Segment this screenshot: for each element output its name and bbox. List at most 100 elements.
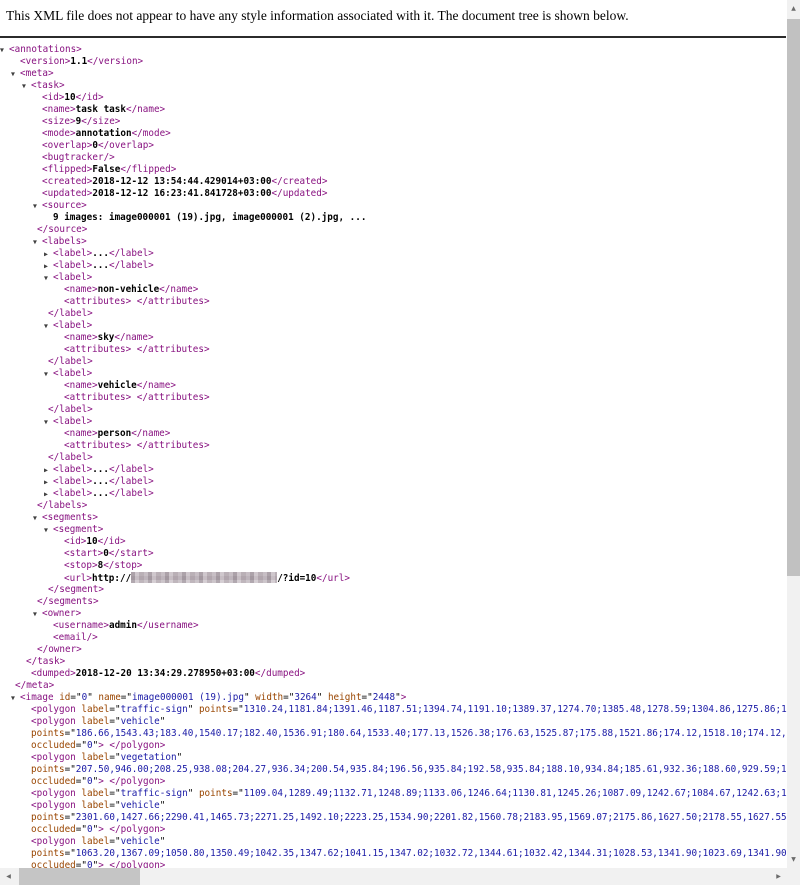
expand-node-arrow-icon[interactable]: ▶	[44, 260, 53, 272]
xml-line: ▼<label>	[0, 272, 787, 284]
xml-line: </labels>	[0, 500, 787, 512]
scroll-up-icon: ▲	[791, 5, 796, 12]
xml-attribute-value: image000001 (19).jpg	[132, 692, 244, 703]
xml-tag: <name>	[64, 332, 98, 343]
expand-node-arrow-icon[interactable]: ▶	[44, 248, 53, 260]
xml-text-node: 2018-12-20 13:34:29.278950+03:00	[76, 668, 255, 679]
xml-attribute-value: 1310.24,1181.84;1391.46,1187.51;1394.74,…	[244, 704, 787, 715]
xml-attribute-name: label	[81, 836, 109, 847]
xml-tag: </attributes>	[137, 440, 210, 451]
xml-tag: </label>	[109, 488, 154, 499]
expand-node-arrow-icon[interactable]: ▶	[44, 476, 53, 488]
vertical-scrollbar-thumb[interactable]	[787, 18, 800, 577]
xml-attribute-name: points	[31, 848, 65, 859]
xml-tag: </id>	[76, 92, 104, 103]
xml-line: <attributes> </attributes>	[0, 296, 787, 308]
xml-line: <polygon label="vehicle"	[0, 716, 787, 728]
xml-line: ▼<label>	[0, 368, 787, 380]
xml-punctuation: "	[188, 788, 199, 799]
vertical-scrollbar[interactable]	[787, 0, 800, 868]
xml-line: <username>admin</username>	[0, 620, 787, 632]
xml-tag: <stop>	[64, 560, 98, 571]
xml-attribute-name: id	[59, 692, 70, 703]
xml-viewer-header-message: This XML file does not appear to have an…	[0, 0, 786, 38]
xml-attribute-value: traffic-sign	[121, 788, 188, 799]
xml-line: </meta>	[0, 680, 787, 692]
scroll-down-icon: ▼	[791, 856, 796, 863]
collapse-node-arrow-icon[interactable]: ▼	[11, 68, 20, 80]
xml-punctuation: ="	[283, 692, 294, 703]
expand-node-arrow-icon[interactable]: ▶	[44, 464, 53, 476]
xml-line: occluded="0"> </polygon>	[0, 740, 787, 752]
xml-tag: <label>	[53, 464, 92, 475]
horizontal-scrollbar-thumb[interactable]	[18, 868, 141, 885]
xml-tag: <label>	[53, 260, 92, 271]
scroll-right-button[interactable]: ▶	[770, 868, 787, 885]
xml-text-node: admin	[109, 620, 137, 631]
scroll-down-button[interactable]: ▼	[787, 851, 800, 868]
xml-punctuation: ="	[233, 704, 244, 715]
xml-line: <attributes> </attributes>	[0, 440, 787, 452]
xml-attribute-name: occluded	[31, 740, 76, 751]
xml-text-node: non-vehicle	[98, 284, 160, 295]
xml-attribute-name: occluded	[31, 824, 76, 835]
collapse-node-arrow-icon[interactable]: ▼	[44, 320, 53, 332]
scroll-left-button[interactable]: ◀	[0, 868, 17, 885]
collapse-node-arrow-icon[interactable]: ▼	[11, 692, 20, 704]
xml-tag: </polygon>	[109, 824, 165, 835]
xml-punctuation: "	[177, 752, 183, 763]
xml-punctuation: ="	[65, 728, 76, 739]
collapse-node-arrow-icon[interactable]: ▼	[44, 368, 53, 380]
collapse-node-arrow-icon[interactable]: ▼	[33, 236, 42, 248]
collapse-node-arrow-icon[interactable]: ▼	[44, 416, 53, 428]
xml-tag: </dumped>	[255, 668, 305, 679]
xml-attribute-value: 1109.04,1289.49;1132.71,1248.89;1133.06,…	[244, 788, 787, 799]
xml-punctuation: "	[160, 836, 166, 847]
xml-attribute-value: vegetation	[121, 752, 177, 763]
xml-text-node: vehicle	[98, 380, 137, 391]
xml-tag: </username>	[137, 620, 199, 631]
xml-tag: </labels>	[37, 500, 87, 511]
xml-tag: </label>	[48, 308, 93, 319]
xml-line: ▼<label>	[0, 320, 787, 332]
collapse-node-arrow-icon[interactable]: ▼	[44, 272, 53, 284]
xml-attribute-name: label	[81, 752, 109, 763]
xml-tag: <name>	[42, 104, 76, 115]
xml-line: </owner>	[0, 644, 787, 656]
xml-attribute-value: 2448	[373, 692, 395, 703]
xml-tag: <polygon	[31, 788, 81, 799]
xml-tag: <label>	[53, 272, 92, 283]
xml-attribute-value: 207.50,946.00;208.25,938.08;204.27,936.3…	[76, 764, 787, 775]
xml-line: ▼<owner>	[0, 608, 787, 620]
xml-punctuation: ="	[233, 788, 244, 799]
scroll-left-icon: ◀	[6, 873, 11, 880]
xml-attribute-name: width	[255, 692, 283, 703]
expand-node-arrow-icon[interactable]: ▶	[44, 488, 53, 500]
xml-line: </source>	[0, 224, 787, 236]
xml-punctuation: ="	[76, 824, 87, 835]
xml-punctuation: ="	[65, 812, 76, 823]
xml-tag: <polygon	[31, 836, 81, 847]
xml-tag: <email/>	[53, 632, 98, 643]
collapse-node-arrow-icon[interactable]: ▼	[22, 80, 31, 92]
xml-punctuation: "	[160, 800, 166, 811]
xml-tag: </task>	[26, 656, 65, 667]
horizontal-scrollbar[interactable]	[0, 868, 787, 885]
xml-tag: <label>	[53, 368, 92, 379]
collapse-node-arrow-icon[interactable]: ▼	[33, 608, 42, 620]
xml-text-node: ...	[92, 248, 109, 259]
xml-line: points="1063.20,1367.09;1050.80,1350.49;…	[0, 848, 787, 860]
collapse-node-arrow-icon[interactable]: ▼	[33, 200, 42, 212]
xml-tag: <owner>	[42, 608, 81, 619]
scroll-up-button[interactable]: ▲	[787, 0, 800, 17]
xml-attribute-name: name	[98, 692, 120, 703]
collapse-node-arrow-icon[interactable]: ▼	[33, 512, 42, 524]
xml-punctuation: ="	[362, 692, 373, 703]
xml-line: ▼<label>	[0, 416, 787, 428]
xml-punctuation: ="	[109, 836, 120, 847]
collapse-node-arrow-icon[interactable]: ▼	[0, 44, 9, 56]
xml-attribute-name: occluded	[31, 860, 76, 868]
xml-tag: <id>	[64, 536, 86, 547]
xml-line: </segment>	[0, 584, 787, 596]
collapse-node-arrow-icon[interactable]: ▼	[44, 524, 53, 536]
